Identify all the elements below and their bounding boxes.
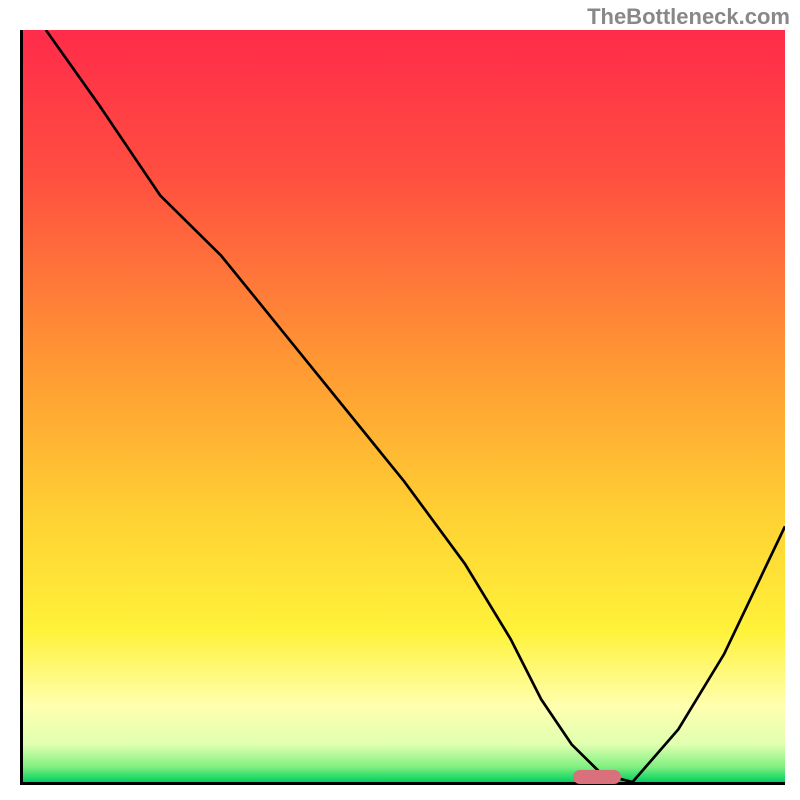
bottleneck-curve-path bbox=[46, 30, 785, 782]
chart-container: TheBottleneck.com bbox=[0, 0, 800, 800]
curve-svg bbox=[23, 30, 785, 782]
watermark-text: TheBottleneck.com bbox=[587, 4, 790, 30]
plot-area bbox=[20, 30, 785, 785]
optimal-marker bbox=[573, 770, 621, 784]
